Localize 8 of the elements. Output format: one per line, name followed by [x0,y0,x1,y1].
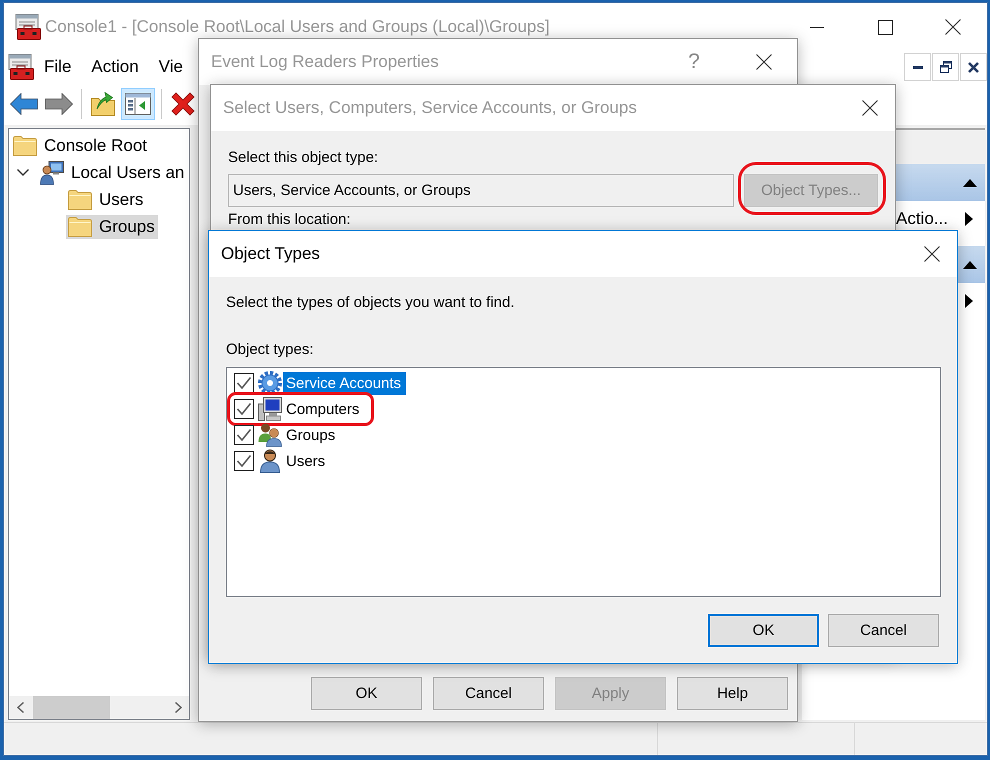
field-label: From this location: [228,211,352,228]
instruction-text: Select the types of objects you want to find. [226,294,516,312]
field-label: Select this object type: [228,149,380,167]
dialog-title: Object Types [221,244,320,264]
dialog-title: Event Log Readers Properties [211,52,439,72]
dialog-title: Select Users, Computers, Service Accounts, or Groups [223,98,637,118]
list-label: Object types: [226,341,315,359]
window-title: Console1 - [Console Root\Local Users and Groups (Local)\Groups] [45,17,550,37]
